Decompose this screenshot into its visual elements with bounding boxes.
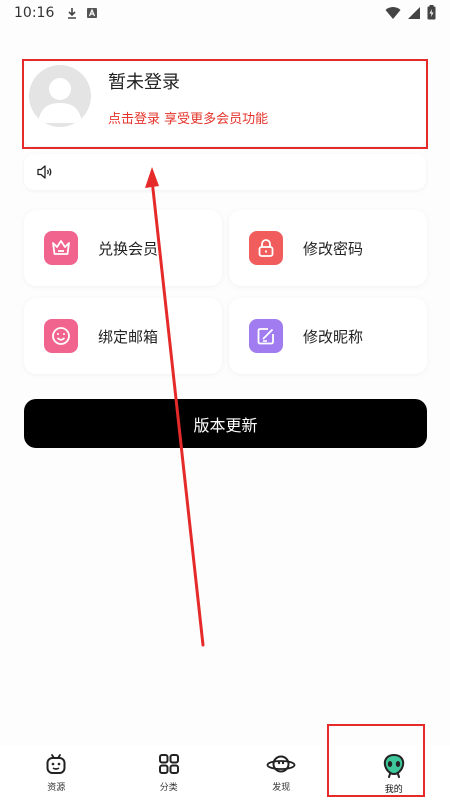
notice-bar[interactable] bbox=[24, 154, 426, 190]
download-icon bbox=[68, 8, 77, 19]
change-nickname-tile[interactable]: 修改昵称 bbox=[229, 298, 427, 374]
alien-avatar-icon bbox=[383, 753, 404, 778]
nav-label: 我的 bbox=[384, 785, 403, 795]
nav-label: 发现 bbox=[272, 783, 291, 793]
nav-item-discover[interactable]: 发现 bbox=[225, 745, 338, 800]
status-bar: 10:16 bbox=[0, 0, 450, 26]
status-time: 10:16 bbox=[14, 5, 55, 21]
signal-icon bbox=[408, 6, 420, 19]
nav-label: 分类 bbox=[159, 783, 178, 793]
status-indicators bbox=[379, 5, 436, 20]
profile-title[interactable]: 暂未登录 bbox=[108, 68, 180, 94]
speaker-icon bbox=[37, 165, 52, 179]
tile-label: 绑定邮箱 bbox=[98, 327, 159, 346]
login-prompt[interactable]: 点击登录 享受更多会员功能 bbox=[108, 108, 268, 127]
bottom-nav: 资源 分类 发现 我的 bbox=[0, 745, 450, 800]
nav-label: 资源 bbox=[47, 783, 66, 793]
bind-email-tile[interactable]: 绑定邮箱 bbox=[24, 298, 222, 374]
font-a-icon bbox=[87, 8, 98, 18]
change-password-tile[interactable]: 修改密码 bbox=[229, 210, 427, 286]
nav-item-mine[interactable]: 我的 bbox=[338, 745, 450, 800]
nav-item-resources[interactable]: 资源 bbox=[0, 745, 113, 800]
avatar[interactable] bbox=[29, 65, 91, 127]
wifi-icon bbox=[385, 6, 401, 19]
redeem-membership-tile[interactable]: 兑换会员 bbox=[24, 210, 222, 286]
edit-icon bbox=[249, 319, 283, 353]
version-update-button[interactable]: 版本更新 bbox=[24, 399, 427, 448]
tile-label: 修改昵称 bbox=[303, 327, 364, 346]
login-profile-card[interactable]: 暂未登录 点击登录 享受更多会员功能 bbox=[24, 62, 426, 146]
grid-icon bbox=[158, 754, 179, 774]
crown-icon bbox=[44, 231, 78, 265]
tile-label: 修改密码 bbox=[303, 239, 364, 258]
lock-icon bbox=[249, 231, 283, 265]
smiley-icon bbox=[44, 319, 78, 353]
robot-icon bbox=[46, 754, 66, 774]
planet-icon bbox=[266, 755, 296, 773]
default-avatar-icon bbox=[38, 78, 82, 123]
nav-item-category[interactable]: 分类 bbox=[113, 745, 226, 800]
tile-label: 兑换会员 bbox=[98, 239, 159, 258]
battery-icon bbox=[427, 5, 436, 20]
